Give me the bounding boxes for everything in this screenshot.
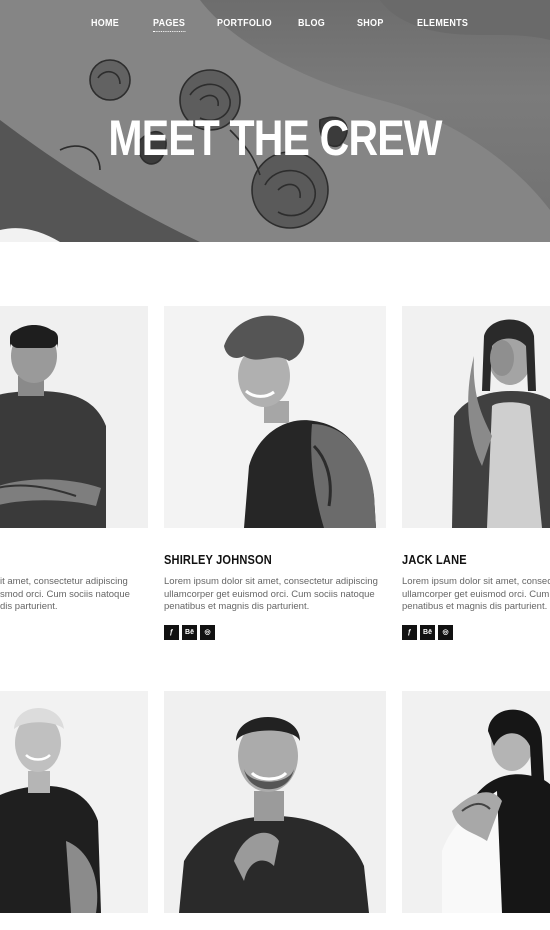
behance-icon[interactable]: Bē — [420, 625, 435, 640]
member-description: Lorem ipsum dolor sit amet, consectetur … — [402, 576, 550, 614]
member-photo[interactable] — [0, 691, 148, 913]
member-photo-image — [402, 306, 550, 528]
member-description-line: dis parturient. — [0, 601, 58, 612]
nav-shop[interactable]: SHOP — [357, 18, 384, 29]
page: HOME PAGES PORTFOLIO BLOG SHOP ELEMENTS … — [0, 0, 550, 930]
member-description-line: ullamcorper get euismod orci. Cum sociis… — [402, 588, 550, 600]
foursquare-icon[interactable]: ƒ — [164, 625, 179, 640]
page-title: MEET THE CREW — [108, 110, 442, 166]
member-name: JACK LANE — [402, 552, 467, 567]
behance-icon[interactable]: Bē — [182, 625, 197, 640]
member-description-line: penatibus et magnis dis parturient. — [402, 601, 548, 612]
member-photo[interactable] — [164, 691, 386, 913]
nav-portfolio[interactable]: PORTFOLIO — [217, 18, 272, 29]
nav-pages[interactable]: PAGES — [153, 18, 186, 32]
hero-banner: HOME PAGES PORTFOLIO BLOG SHOP ELEMENTS … — [0, 0, 550, 242]
member-photo-image — [402, 691, 550, 913]
foursquare-icon[interactable]: ƒ — [402, 625, 417, 640]
member-description-line: penatibus et magnis dis parturient. — [164, 601, 310, 612]
member-photo[interactable] — [164, 306, 386, 528]
member-photo-image — [0, 306, 148, 528]
instagram-icon[interactable]: ◎ — [200, 625, 215, 640]
member-name: SHIRLEY JOHNSON — [164, 552, 272, 567]
member-description-line: Lorem ipsum dolor sit amet, consectetur … — [164, 576, 378, 587]
nav-blog[interactable]: BLOG — [298, 18, 325, 29]
member-social-links: ƒ Bē ◎ — [402, 625, 456, 641]
member-description-line: it amet, consectetur adipiscing — [0, 576, 128, 587]
member-description: Lorem ipsum dolor sit amet, consectetur … — [164, 576, 378, 614]
member-description: it amet, consectetur adipiscing smod orc… — [0, 576, 130, 614]
member-photo-image — [0, 691, 148, 913]
member-description-line: ullamcorper get euismod orci. Cum sociis… — [164, 588, 375, 600]
member-description-line: Lorem ipsum dolor sit amet, consectetur … — [402, 576, 550, 587]
instagram-icon[interactable]: ◎ — [438, 625, 453, 640]
member-photo[interactable] — [0, 306, 148, 528]
member-photo-image — [164, 306, 386, 528]
nav-home[interactable]: HOME — [91, 18, 119, 29]
main-nav: HOME PAGES PORTFOLIO BLOG SHOP ELEMENTS — [0, 18, 550, 34]
member-description-line: smod orci. Cum sociis natoque — [0, 588, 130, 600]
member-photo[interactable] — [402, 691, 550, 913]
nav-elements[interactable]: ELEMENTS — [417, 18, 468, 29]
member-photo[interactable] — [402, 306, 550, 528]
member-social-links: ƒ Bē ◎ — [164, 625, 218, 641]
member-photo-image — [164, 691, 386, 913]
